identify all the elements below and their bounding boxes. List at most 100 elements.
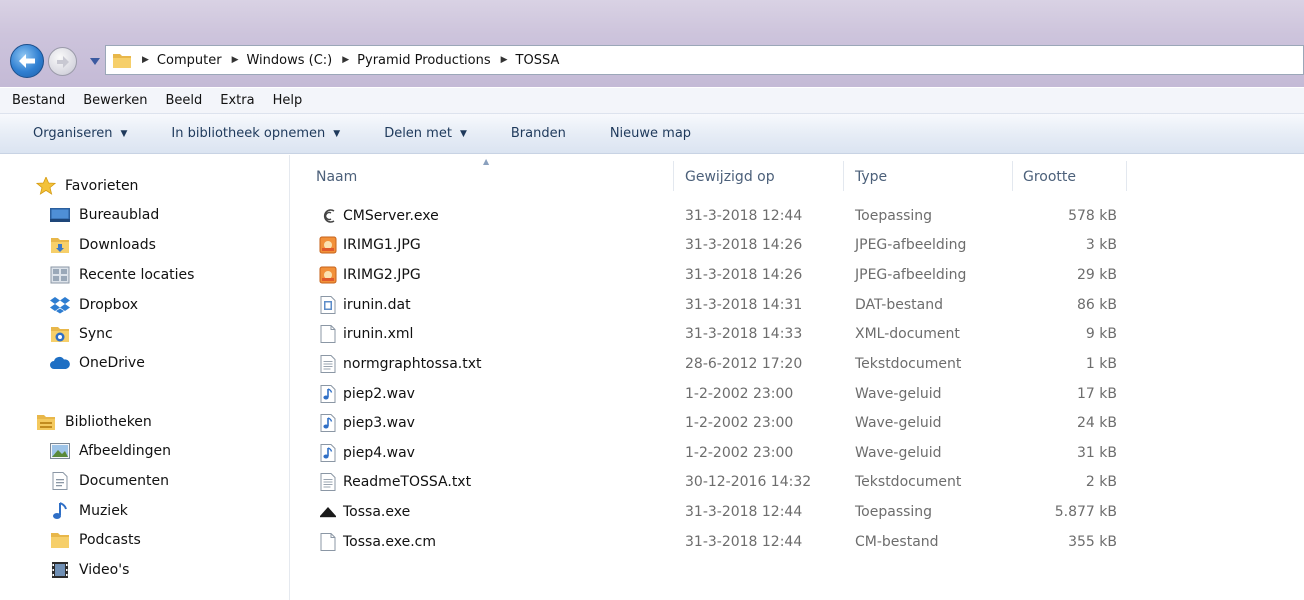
file-type: Wave-geluid (855, 415, 942, 431)
audio-file-icon (319, 384, 337, 404)
breadcrumb-separator[interactable]: ▶ (501, 55, 508, 65)
nav-item-documenten[interactable]: Documenten (50, 468, 169, 494)
nav-libraries[interactable]: Bibliotheken (36, 409, 152, 435)
file-size: 29 kB (1077, 267, 1117, 283)
column-header-name[interactable]: Naam (316, 155, 357, 199)
file-name-cell[interactable]: Tossa.exe (319, 497, 410, 527)
file-type: JPEG-afbeelding (855, 237, 967, 253)
nav-item-sync[interactable]: Sync (50, 321, 113, 347)
menu-help[interactable]: Help (273, 93, 303, 108)
file-row[interactable]: normgraphtossa.txt 28-6-2012 17:20 Tekstdo… (291, 349, 1304, 379)
column-header-type[interactable]: Type (855, 155, 887, 199)
file-modified: 28-6-2012 17:20 (685, 356, 803, 372)
nav-item-downloads[interactable]: Downloads (50, 232, 156, 258)
folder-icon (113, 54, 131, 68)
nav-item-podcasts[interactable]: Podcasts (50, 527, 141, 553)
share-with-button[interactable]: Delen met ▼ (384, 126, 467, 141)
file-type: Tekstdocument (855, 474, 962, 490)
nav-favorites[interactable]: Favorieten (36, 173, 138, 199)
nav-item-bureaublad[interactable]: Bureaublad (50, 202, 159, 228)
nav-item-label: OneDrive (79, 355, 145, 371)
file-name: ReadmeTOSSA.txt (343, 474, 472, 490)
downloads-folder-icon (50, 236, 70, 254)
breadcrumb-pyramid-productions[interactable]: Pyramid Productions (357, 53, 490, 68)
address-bar[interactable]: ▶ Computer ▶ Windows (C:) ▶ Pyramid Prod… (105, 45, 1304, 75)
nav-item-recente-locaties[interactable]: Recente locaties (50, 262, 194, 288)
breadcrumb-separator[interactable]: ▶ (342, 55, 349, 65)
file-row[interactable]: piep4.wav 1-2-2002 23:00 Wave-geluid 31 kB (291, 438, 1304, 468)
new-folder-button[interactable]: Nieuwe map (610, 126, 691, 141)
menu-bestand[interactable]: Bestand (12, 93, 65, 108)
file-row[interactable]: irunin.dat 31-3-2018 14:31 DAT-bestand 86 k… (291, 290, 1304, 320)
nav-item-dropbox[interactable]: Dropbox (50, 292, 138, 318)
menu-bar: Bestand Bewerken Beeld Extra Help (0, 88, 1304, 114)
file-size: 86 kB (1077, 297, 1117, 313)
file-modified: 1-2-2002 23:00 (685, 415, 794, 431)
file-row[interactable]: ReadmeTOSSA.txt 30-12-2016 14:32 Tekstdocu… (291, 467, 1304, 497)
chevron-down-icon: ▼ (120, 128, 128, 139)
desktop-icon (50, 206, 70, 224)
breadcrumb-computer[interactable]: Computer (157, 53, 222, 68)
organize-label: Organiseren (33, 126, 113, 141)
file-row[interactable]: IRIMG1.JPG 31-3-2018 14:26 JPEG-afbeelding… (291, 230, 1304, 260)
breadcrumb-separator[interactable]: ▶ (232, 55, 239, 65)
command-bar: Organiseren ▼ In bibliotheek opnemen ▼ D… (0, 114, 1304, 154)
column-divider[interactable] (1012, 161, 1013, 191)
file-name-cell[interactable]: piep2.wav (319, 379, 415, 409)
burn-button[interactable]: Branden (511, 126, 566, 141)
nav-item-label: Muziek (79, 503, 128, 519)
file-name-cell[interactable]: piep3.wav (319, 408, 415, 438)
breadcrumb-windows-c[interactable]: Windows (C:) (246, 53, 332, 68)
navigation-pane: Favorieten Bureaublad Downloads Recente … (0, 155, 290, 600)
recent-pages-dropdown[interactable] (89, 55, 101, 67)
file-row[interactable]: CMServer.exe 31-3-2018 12:44 Toepassing 578… (291, 201, 1304, 231)
back-button[interactable] (10, 44, 44, 78)
file-row[interactable]: piep2.wav 1-2-2002 23:00 Wave-geluid 17 kB (291, 379, 1304, 409)
file-name-cell[interactable]: ReadmeTOSSA.txt (319, 467, 471, 497)
file-type: DAT-bestand (855, 297, 943, 313)
file-type: Wave-geluid (855, 445, 942, 461)
nav-item-label: Dropbox (79, 297, 138, 313)
file-name-cell[interactable]: irunin.xml (319, 319, 413, 349)
forward-button[interactable] (48, 47, 77, 76)
file-row[interactable]: irunin.xml 31-3-2018 14:33 XML-document 9 k… (291, 319, 1304, 349)
nav-item-onedrive[interactable]: OneDrive (50, 350, 145, 376)
file-name: CMServer.exe (343, 208, 439, 224)
file-name-cell[interactable]: IRIMG2.JPG (319, 260, 421, 290)
file-modified: 31-3-2018 12:44 (685, 504, 803, 520)
file-name-cell[interactable]: CMServer.exe (319, 201, 439, 231)
file-row[interactable]: IRIMG2.JPG 31-3-2018 14:26 JPEG-afbeelding… (291, 260, 1304, 290)
file-name-cell[interactable]: Tossa.exe.cm (319, 527, 436, 557)
file-size: 1 kB (1085, 356, 1117, 372)
file-name-cell[interactable]: IRIMG1.JPG (319, 230, 421, 260)
include-in-library-button[interactable]: In bibliotheek opnemen ▼ (171, 126, 340, 141)
file-type: Toepassing (855, 208, 933, 224)
nav-item-label: Documenten (79, 473, 170, 489)
nav-item-videos[interactable]: Video's (50, 557, 129, 583)
menu-extra[interactable]: Extra (220, 93, 254, 108)
file-name-cell[interactable]: irunin.dat (319, 290, 411, 320)
file-row[interactable]: Tossa.exe 31-3-2018 12:44 Toepassing 5.877 … (291, 497, 1304, 527)
file-row[interactable]: piep3.wav 1-2-2002 23:00 Wave-geluid 24 kB (291, 408, 1304, 438)
breadcrumb-separator[interactable]: ▶ (142, 55, 149, 65)
column-divider[interactable] (843, 161, 844, 191)
file-row[interactable]: Tossa.exe.cm 31-3-2018 12:44 CM-bestand 355… (291, 527, 1304, 557)
folder-icon (50, 531, 70, 549)
include-in-library-label: In bibliotheek opnemen (171, 126, 326, 141)
menu-beeld[interactable]: Beeld (165, 93, 202, 108)
column-divider[interactable] (1126, 161, 1127, 191)
column-header-size[interactable]: Grootte (1023, 155, 1076, 199)
menu-bewerken[interactable]: Bewerken (83, 93, 147, 108)
breadcrumb-tossa[interactable]: TOSSA (516, 53, 560, 68)
file-name-cell[interactable]: normgraphtossa.txt (319, 349, 482, 379)
file-name-cell[interactable]: piep4.wav (319, 438, 415, 468)
column-divider[interactable] (673, 161, 674, 191)
nav-item-label: Video's (79, 562, 130, 578)
star-icon (36, 177, 56, 195)
nav-item-afbeeldingen[interactable]: Afbeeldingen (50, 438, 171, 464)
nav-item-muziek[interactable]: Muziek (50, 498, 128, 524)
column-header-modified[interactable]: Gewijzigd op (685, 155, 775, 199)
organize-button[interactable]: Organiseren ▼ (33, 126, 127, 141)
nav-item-label: Sync (79, 326, 113, 342)
nav-item-label: Downloads (79, 237, 156, 253)
